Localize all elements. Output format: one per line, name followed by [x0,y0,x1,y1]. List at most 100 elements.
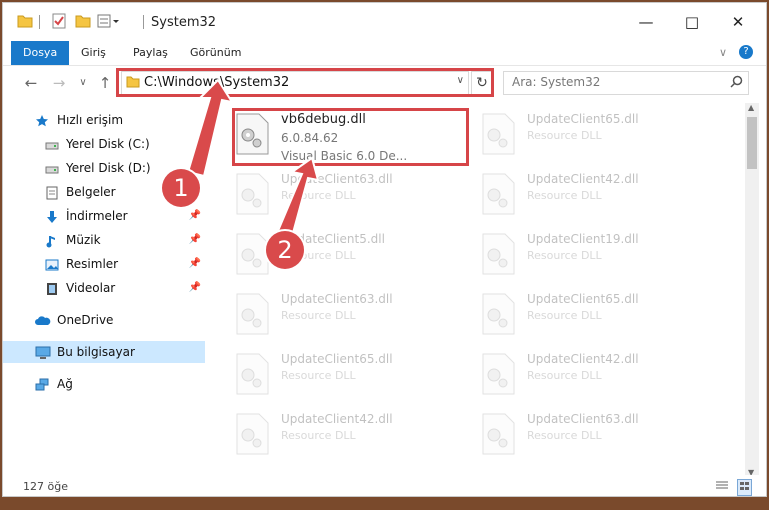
sidebar-item-quick-access[interactable]: Hızlı erişim [3,109,205,131]
pin-icon[interactable]: 📌 [189,229,201,251]
pin-icon[interactable]: 📌 [189,277,201,299]
sidebar-item-label: Müzik [66,233,101,247]
file-tile[interactable]: UpdateClient63.dll Resource DLL [213,167,449,223]
file-tile[interactable]: UpdateClient42.dll Resource DLL [213,407,449,463]
file-description: Resource DLL [281,369,356,382]
scroll-up-icon[interactable]: ▲ [748,103,754,112]
title-bar: System32 — □ ✕ [3,3,766,41]
customize-quick-access-icon[interactable] [97,13,123,31]
documents-icon [45,185,59,200]
file-tile[interactable]: UpdateClient65.dll Resource DLL [213,347,449,403]
maximize-button[interactable]: □ [669,3,715,41]
forward-arrow-icon[interactable]: → [49,73,69,93]
file-name: UpdateClient42.dll [281,412,393,426]
file-description: Resource DLL [281,309,356,322]
dll-file-icon [481,353,515,395]
file-tile[interactable]: UpdateClient65.dll Resource DLL [459,107,695,163]
file-tile[interactable]: UpdateClient65.dll Resource DLL [459,287,695,343]
item-count: 127 öğe [23,480,68,493]
file-description: Resource DLL [527,249,602,262]
sidebar-item-disk-c[interactable]: Yerel Disk (C:) [3,133,205,155]
file-name: UpdateClient63.dll [281,172,393,186]
sidebar-item-label: Ağ [57,377,73,391]
file-tile[interactable]: UpdateClient42.dll Resource DLL [459,347,695,403]
help-icon[interactable]: ? [739,45,753,59]
sidebar-item-pictures[interactable]: Resimler 📌 [3,253,205,275]
pin-icon[interactable]: 📌 [189,205,201,227]
file-tile[interactable]: UpdateClient42.dll Resource DLL [459,167,695,223]
video-icon [45,281,59,295]
file-tile[interactable]: UpdateClient19.dll Resource DLL [459,227,695,283]
navigation-bar: ← → ∨ ↑ C:\Windows\System32 ∨ ↻ Ara: Sys… [3,66,766,100]
details-view-icon[interactable] [715,479,729,495]
dll-file-icon [235,293,269,335]
scroll-thumb[interactable] [747,117,757,169]
tab-home[interactable]: Giriş [69,41,118,65]
properties-icon[interactable] [51,13,67,31]
close-button[interactable]: ✕ [715,3,761,41]
star-icon [35,113,49,127]
file-name: UpdateClient65.dll [527,292,639,306]
computer-icon [35,345,51,359]
search-input[interactable]: Ara: System32 [503,71,749,95]
vertical-scrollbar[interactable]: ▲ ▼ [745,103,759,477]
up-arrow-icon[interactable]: ↑ [95,73,115,93]
file-description: Resource DLL [281,429,356,442]
file-name: UpdateClient42.dll [527,352,639,366]
sidebar-item-label: Resimler [66,257,119,271]
tab-view[interactable]: Görünüm [178,41,253,65]
sidebar-item-network[interactable]: Ağ [3,373,205,395]
back-arrow-icon[interactable]: ← [21,73,41,93]
recent-locations-icon[interactable]: ∨ [73,73,93,93]
file-highlight [232,108,469,166]
download-icon [45,209,59,223]
sidebar-item-label: OneDrive [57,313,114,327]
sidebar-item-label: Yerel Disk (D:) [66,161,151,175]
tab-file[interactable]: Dosya [11,41,70,65]
tab-share[interactable]: Paylaş [121,41,180,65]
file-description: Resource DLL [527,129,602,142]
sidebar-item-label: Belgeler [66,185,116,199]
file-tile[interactable]: UpdateClient63.dll Resource DLL [213,287,449,343]
callout-1: 1 [162,169,200,207]
file-name: UpdateClient63.dll [527,412,639,426]
status-bar: 127 öğe [3,475,766,496]
dll-file-icon [235,173,269,215]
file-description: Resource DLL [527,189,602,202]
music-icon [45,233,59,248]
file-tile[interactable]: UpdateClient63.dll Resource DLL [459,407,695,463]
file-name: UpdateClient63.dll [281,292,393,306]
sidebar-item-label: İndirmeler [66,209,128,223]
window-title: System32 [151,15,217,30]
new-folder-icon[interactable] [75,13,91,31]
search-placeholder[interactable]: Ara: System32 [512,75,600,89]
expand-ribbon-icon[interactable]: ∨ [719,46,727,59]
divider [39,15,40,29]
dll-file-icon [235,353,269,395]
minimize-button[interactable]: — [623,3,669,41]
ribbon: Dosya Giriş Paylaş Görünüm ∨ ? [3,41,766,66]
address-highlight [116,68,494,97]
sidebar-item-videos[interactable]: Videolar 📌 [3,277,205,299]
navigation-pane: Hızlı erişim Yerel Disk (C:) Yerel Disk … [3,103,205,463]
sidebar-item-onedrive[interactable]: OneDrive [3,309,205,331]
sidebar-item-music[interactable]: Müzik 📌 [3,229,205,251]
sidebar-item-label: Videolar [66,281,116,295]
sidebar-item-label: Yerel Disk (C:) [66,137,150,151]
sidebar-item-label: Hızlı erişim [57,113,124,127]
drive-icon [45,137,59,151]
dll-file-icon [481,293,515,335]
pin-icon[interactable]: 📌 [189,253,201,275]
file-description: Resource DLL [527,369,602,382]
file-name: UpdateClient65.dll [527,112,639,126]
sidebar-item-this-pc[interactable]: Bu bilgisayar [3,341,205,363]
file-name: UpdateClient65.dll [281,352,393,366]
dll-file-icon [235,233,269,275]
sidebar-item-label: Bu bilgisayar [57,345,135,359]
large-icons-view-icon[interactable] [737,479,752,496]
sidebar-item-downloads[interactable]: İndirmeler 📌 [3,205,205,227]
folder-icon [17,13,33,31]
dll-file-icon [481,413,515,455]
search-icon[interactable] [730,75,743,91]
file-tile[interactable]: UpdateClient5.dll Resource DLL [213,227,449,283]
